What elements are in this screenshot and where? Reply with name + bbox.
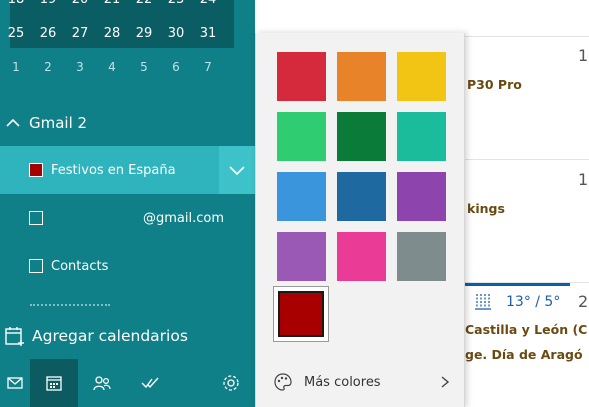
color-swatch[interactable] — [397, 172, 446, 221]
event-title[interactable]: kings — [467, 201, 505, 216]
mini-calendar-day[interactable]: 20 — [64, 0, 96, 7]
mini-calendar-day[interactable]: 21 — [96, 0, 128, 7]
mini-calendar-day[interactable]: 5 — [128, 60, 160, 74]
calendar-options-button[interactable] — [219, 146, 255, 194]
calendar-button[interactable] — [30, 359, 78, 407]
settings-button[interactable] — [207, 359, 255, 407]
weather-temps: 13° / 5° — [506, 294, 561, 310]
color-swatch[interactable] — [337, 172, 386, 221]
rain-icon — [475, 294, 491, 310]
mini-calendar-day[interactable]: 22 — [128, 0, 160, 7]
mini-calendar-day[interactable]: 25 — [0, 26, 32, 41]
calendar-icon — [46, 376, 62, 391]
mini-calendar-day[interactable]: 7 — [192, 60, 224, 74]
color-swatch[interactable] — [397, 52, 446, 101]
calendar-item-gmail[interactable]: @gmail.com — [0, 194, 255, 242]
more-colors-label: Más colores — [304, 374, 381, 390]
event-title[interactable]: P30 Pro — [467, 77, 522, 92]
weather-summary: 13° / 5° — [474, 293, 560, 311]
color-swatch[interactable] — [337, 52, 386, 101]
mini-calendar-day[interactable]: 4 — [96, 60, 128, 74]
chevron-right-icon — [441, 376, 450, 388]
event-title[interactable]: ge. Día de Aragó — [465, 347, 583, 362]
mini-calendar-week: 1 2 3 4 5 6 7 — [0, 60, 224, 74]
calendar-checkbox[interactable] — [29, 259, 43, 273]
calendar-item-label: Festivos en España — [51, 162, 176, 178]
mini-calendar-day[interactable]: 28 — [96, 26, 128, 41]
add-calendars-button[interactable]: Agregar calendarios — [0, 320, 255, 352]
bottom-nav — [0, 359, 255, 407]
mail-icon — [7, 377, 23, 389]
mail-button[interactable] — [0, 359, 30, 407]
mini-calendar-day[interactable]: 29 — [128, 26, 160, 41]
grid-line — [465, 36, 589, 37]
color-swatch[interactable] — [337, 232, 386, 281]
event-title[interactable]: Castilla y León (C — [465, 322, 587, 337]
sidebar: 18 19 20 21 22 23 24 25 26 27 28 29 30 3… — [0, 0, 255, 407]
more-colors-button[interactable]: Más colores — [256, 366, 466, 398]
mini-calendar-day[interactable]: 6 — [160, 60, 192, 74]
grid-line — [465, 159, 589, 160]
calendar-checkbox[interactable] — [29, 163, 43, 177]
custom-color-fill — [278, 291, 324, 337]
color-swatch[interactable] — [397, 232, 446, 281]
chevron-up-icon — [6, 118, 20, 127]
people-button[interactable] — [78, 359, 126, 407]
mini-calendar-week: 25 26 27 28 29 30 31 — [0, 26, 224, 41]
day-number[interactable]: 2 — [578, 292, 588, 311]
chevron-down-icon — [229, 166, 245, 175]
color-swatch[interactable] — [277, 232, 326, 281]
mini-calendar-day[interactable]: 24 — [192, 0, 224, 7]
calendar-item-label: Contacts — [51, 258, 109, 274]
calendar-item-partial — [30, 304, 110, 308]
mini-calendar-day[interactable]: 1 — [0, 60, 32, 74]
day-number[interactable]: 17 — [578, 170, 589, 189]
color-swatch[interactable] — [277, 172, 326, 221]
mini-calendar-day[interactable]: 19 — [32, 0, 64, 7]
color-swatch[interactable] — [277, 112, 326, 161]
people-icon — [93, 376, 111, 391]
todo-button[interactable] — [126, 359, 174, 407]
palette-icon — [274, 373, 292, 391]
add-calendar-icon — [5, 327, 24, 346]
day-number[interactable]: 10 — [578, 46, 589, 65]
mini-calendar-day[interactable]: 26 — [32, 26, 64, 41]
mini-calendar-day[interactable]: 18 — [0, 0, 32, 7]
color-swatch[interactable] — [277, 52, 326, 101]
todo-icon — [141, 377, 159, 389]
mini-calendar-day[interactable]: 27 — [64, 26, 96, 41]
calendar-checkbox[interactable] — [29, 211, 43, 225]
mini-calendar-day[interactable]: 23 — [160, 0, 192, 7]
color-picker-flyout: Más colores — [255, 33, 465, 407]
mini-calendar-week: 18 19 20 21 22 23 24 — [0, 0, 224, 7]
mini-calendar-day[interactable]: 2 — [32, 60, 64, 74]
color-swatch[interactable] — [337, 112, 386, 161]
settings-icon — [223, 375, 239, 391]
mini-calendar-day[interactable]: 31 — [192, 26, 224, 41]
color-swatch[interactable] — [397, 112, 446, 161]
calendar-item-contacts[interactable]: Contacts — [0, 242, 255, 290]
mini-calendar-day[interactable]: 30 — [160, 26, 192, 41]
custom-color-swatch[interactable] — [273, 286, 329, 342]
account-name: Gmail 2 — [29, 114, 88, 132]
calendar-item-festivos[interactable]: Festivos en España — [0, 146, 255, 194]
today-indicator — [455, 283, 570, 286]
account-header[interactable]: Gmail 2 — [0, 106, 255, 140]
calendar-item-label: @gmail.com — [143, 210, 225, 226]
mini-calendar-day[interactable]: 3 — [64, 60, 96, 74]
add-calendars-label: Agregar calendarios — [32, 327, 188, 345]
